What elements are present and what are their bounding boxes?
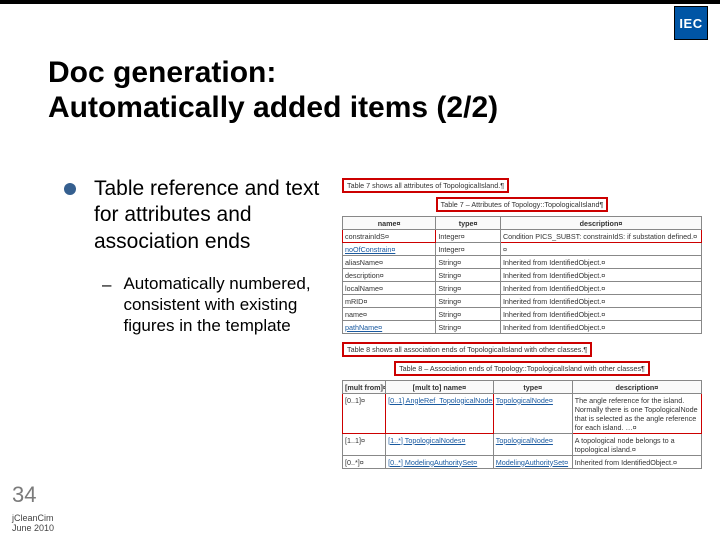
embedded-tables: Table 7 shows all attributes of Topologi… (342, 176, 702, 475)
footer: jCleanCim June 2010 (12, 514, 54, 534)
table-row: constrainIdS¤Integer¤Condition PICS_SUBS… (343, 230, 702, 243)
slide-title: Doc generation: Automatically added item… (48, 56, 498, 125)
main-bullet: Table reference and text for attributes … (94, 176, 324, 255)
t7-h2: type¤ (436, 217, 501, 230)
t7-h1: name¤ (343, 217, 436, 230)
table-row: [0..*]¤ [0..*] ModelingAuthoritySet¤ Mod… (343, 456, 702, 469)
table-row: [1..1]¤ [1..*] TopologicalNodes¤ Topolog… (343, 434, 702, 456)
table8-ref: Table 8 shows all association ends of To… (342, 342, 592, 357)
footer-line-1: jCleanCim (12, 513, 54, 523)
sub-bullet: Automatically numbered, consistent with … (123, 273, 324, 337)
t8-h3: type¤ (493, 381, 572, 394)
table-row: pathName¤String¤Inherited from Identifie… (343, 321, 702, 334)
bullet-icon (64, 183, 76, 195)
table-row: mRID¤String¤Inherited from IdentifiedObj… (343, 295, 702, 308)
table8: [mult from]¤ [mult to] name¤ type¤ descr… (342, 380, 702, 469)
t8-h1: [mult from]¤ (343, 381, 386, 394)
table-row: aliasName¤String¤Inherited from Identifi… (343, 256, 702, 269)
iec-logo: IEC (674, 6, 708, 40)
title-line-2: Automatically added items (2/2) (48, 91, 498, 124)
t8-h2: [mult to] name¤ (386, 381, 494, 394)
page-number: 34 (12, 482, 36, 508)
t7-h3: description¤ (500, 217, 701, 230)
table-row: noOfConstrain¤Integer¤¤ (343, 243, 702, 256)
t8-h4: description¤ (572, 381, 701, 394)
table7: name¤ type¤ description¤ constrainIdS¤In… (342, 216, 702, 334)
dash-icon: – (102, 275, 111, 295)
table-row: localName¤String¤Inherited from Identifi… (343, 282, 702, 295)
table8-title: Table 8 – Association ends of Topology::… (394, 361, 650, 376)
table7-title: Table 7 – Attributes of Topology::Topolo… (436, 197, 609, 212)
body-text: Table reference and text for attributes … (64, 176, 324, 337)
footer-line-2: June 2010 (12, 523, 54, 533)
table7-ref: Table 7 shows all attributes of Topologi… (342, 178, 509, 193)
table-row: description¤String¤Inherited from Identi… (343, 269, 702, 282)
table-row: [0..1]¤ [0..1] AngleRef_TopologicalNode¤… (343, 394, 702, 434)
title-line-1: Doc generation: (48, 56, 276, 89)
table-row: name¤String¤Inherited from IdentifiedObj… (343, 308, 702, 321)
